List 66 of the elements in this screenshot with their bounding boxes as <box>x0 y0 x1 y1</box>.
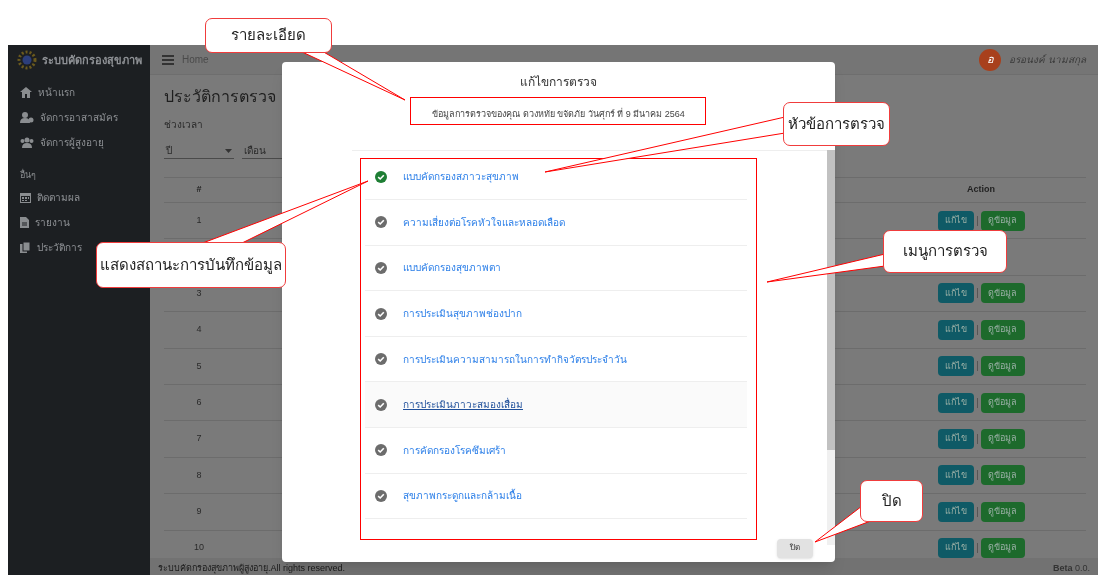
column-header: # <box>195 183 203 197</box>
period-label: ช่วงเวลา <box>164 118 203 131</box>
callout-label: หัวข้อการตรวจ <box>783 102 890 146</box>
table-cell-text: 3 <box>195 286 203 300</box>
calendar-icon <box>20 191 31 203</box>
sidebar-item[interactable]: ประวัติการ <box>20 234 82 260</box>
table-cell-text: 1 <box>195 213 203 227</box>
callout-label: รายละเอียด <box>205 18 332 53</box>
edit-button[interactable]: แก้ไข <box>937 319 974 340</box>
exam-menu-item[interactable]: การประเมินภาวะสมองเสื่อม <box>365 382 747 429</box>
callout-label: ปิด <box>860 480 923 522</box>
view-button[interactable]: ดูข้อมูล <box>980 283 1025 304</box>
exam-menu-item[interactable]: ความเสี่ยงต่อโรคหัวใจและหลอดเลือด <box>365 200 747 246</box>
table-cell-text: 10 <box>193 541 205 555</box>
section-label: อื่นๆ <box>19 169 37 182</box>
table-cell-text: 6 <box>195 395 203 409</box>
scrollbar[interactable] <box>827 149 835 545</box>
exam-info: ข้อมูลการตรวจของคุณ ดวงหทัย ขจัดภัย วันศุกร์ ที่ 9 มีนาคม 2564 <box>431 108 686 122</box>
user-avatar[interactable]: อ <box>979 48 1002 71</box>
exam-menu-item[interactable]: สุขภาพกระดูกและกล้ามเนื้อ <box>365 473 747 520</box>
callout-label: เมนูการตรวจ <box>883 230 1007 273</box>
view-button[interactable]: ดูข้อมูล <box>980 319 1025 340</box>
sidebar-item[interactable]: จัดการอาสาสมัคร <box>20 105 118 130</box>
footer-text: ระบบคัดกรองสุขภาพผู้สูงอายุ.All rights reserved. <box>158 564 346 573</box>
users-icon <box>20 137 34 148</box>
view-button[interactable]: ดูข้อมูล <box>980 429 1025 450</box>
sidebar-item[interactable]: หน้าแรก <box>20 80 75 105</box>
view-button[interactable]: ดูข้อมูล <box>980 392 1025 413</box>
edit-button[interactable]: แก้ไข <box>937 356 974 377</box>
view-button[interactable]: ดูข้อมูล <box>980 356 1025 377</box>
sidebar-item[interactable]: รายงาน <box>20 209 70 235</box>
page-title: ประวัติการตรวจ <box>164 87 276 107</box>
modal-title: แก้ไขการตรวจ <box>519 74 598 91</box>
home-icon <box>20 87 32 98</box>
exam-menu-item[interactable]: แบบคัดกรองสุขภาพตา <box>365 245 747 292</box>
copy-icon <box>20 241 31 253</box>
view-button[interactable]: ดูข้อมูล <box>980 465 1025 486</box>
view-button[interactable]: ดูข้อมูล <box>980 210 1025 231</box>
select-field[interactable]: ปี <box>164 143 234 159</box>
edit-button[interactable]: แก้ไข <box>937 392 974 413</box>
user-icon <box>20 112 34 123</box>
table-cell-text: 4 <box>195 323 203 337</box>
exam-menu-item[interactable]: การคัดกรองโรคซึมเศร้า <box>365 428 747 474</box>
callout-label: แสดงสถานะการบันทึกข้อมูล <box>96 242 286 288</box>
table-cell-text: 9 <box>195 505 203 519</box>
sidebar-item[interactable]: ติดตามผล <box>20 184 80 210</box>
caret-icon <box>225 148 232 153</box>
edit-button[interactable]: แก้ไข <box>937 538 974 558</box>
edit-button[interactable]: แก้ไข <box>937 501 974 522</box>
sidebar-item[interactable]: จัดการผู้สูงอายุ <box>20 130 104 155</box>
close-button[interactable]: ปิด <box>777 538 813 558</box>
document-icon <box>20 216 29 228</box>
edit-button[interactable]: แก้ไข <box>937 465 974 486</box>
edit-button[interactable]: แก้ไข <box>937 283 974 304</box>
logo-icon <box>16 49 38 71</box>
menu-icon[interactable] <box>162 54 174 65</box>
table-cell-text: 7 <box>195 432 203 446</box>
sidebar-brand[interactable]: ระบบคัดกรองสุขภาพ <box>42 51 142 69</box>
edit-button[interactable]: แก้ไข <box>937 210 974 231</box>
view-button[interactable]: ดูข้อมูล <box>980 538 1025 558</box>
table-cell-text: 5 <box>195 359 203 373</box>
edit-button[interactable]: แก้ไข <box>937 429 974 450</box>
column-header: Action <box>966 183 996 197</box>
exam-menu-item[interactable]: การประเมินสุขภาพช่องปาก <box>365 291 747 337</box>
view-button[interactable]: ดูข้อมูล <box>980 501 1025 522</box>
table-cell-text: 8 <box>195 468 203 482</box>
